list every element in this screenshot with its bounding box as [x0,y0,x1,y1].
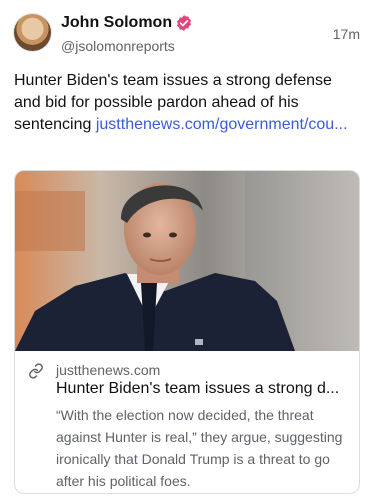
link-preview-description: “With the election now decided, the thre… [56,407,343,489]
post-link[interactable]: justthenews.com/government/cou... [96,116,348,133]
link-preview-domain[interactable]: justthenews.com [56,362,160,378]
post-body: Hunter Biden's team issues a strong defe… [14,70,360,136]
author-display-name[interactable]: John Solomon [61,13,172,33]
link-preview-image [15,171,359,351]
author-handle[interactable]: @jsolomonreports [61,37,175,55]
post-timestamp[interactable]: 17m [333,26,360,42]
link-icon [29,363,43,379]
link-preview-title[interactable]: Hunter Biden's team issues a strong d... [56,380,348,398]
post-header: John Solomon @jsolomonreports 17m [0,0,374,66]
avatar[interactable] [14,14,51,51]
verified-badge-icon [177,15,191,31]
